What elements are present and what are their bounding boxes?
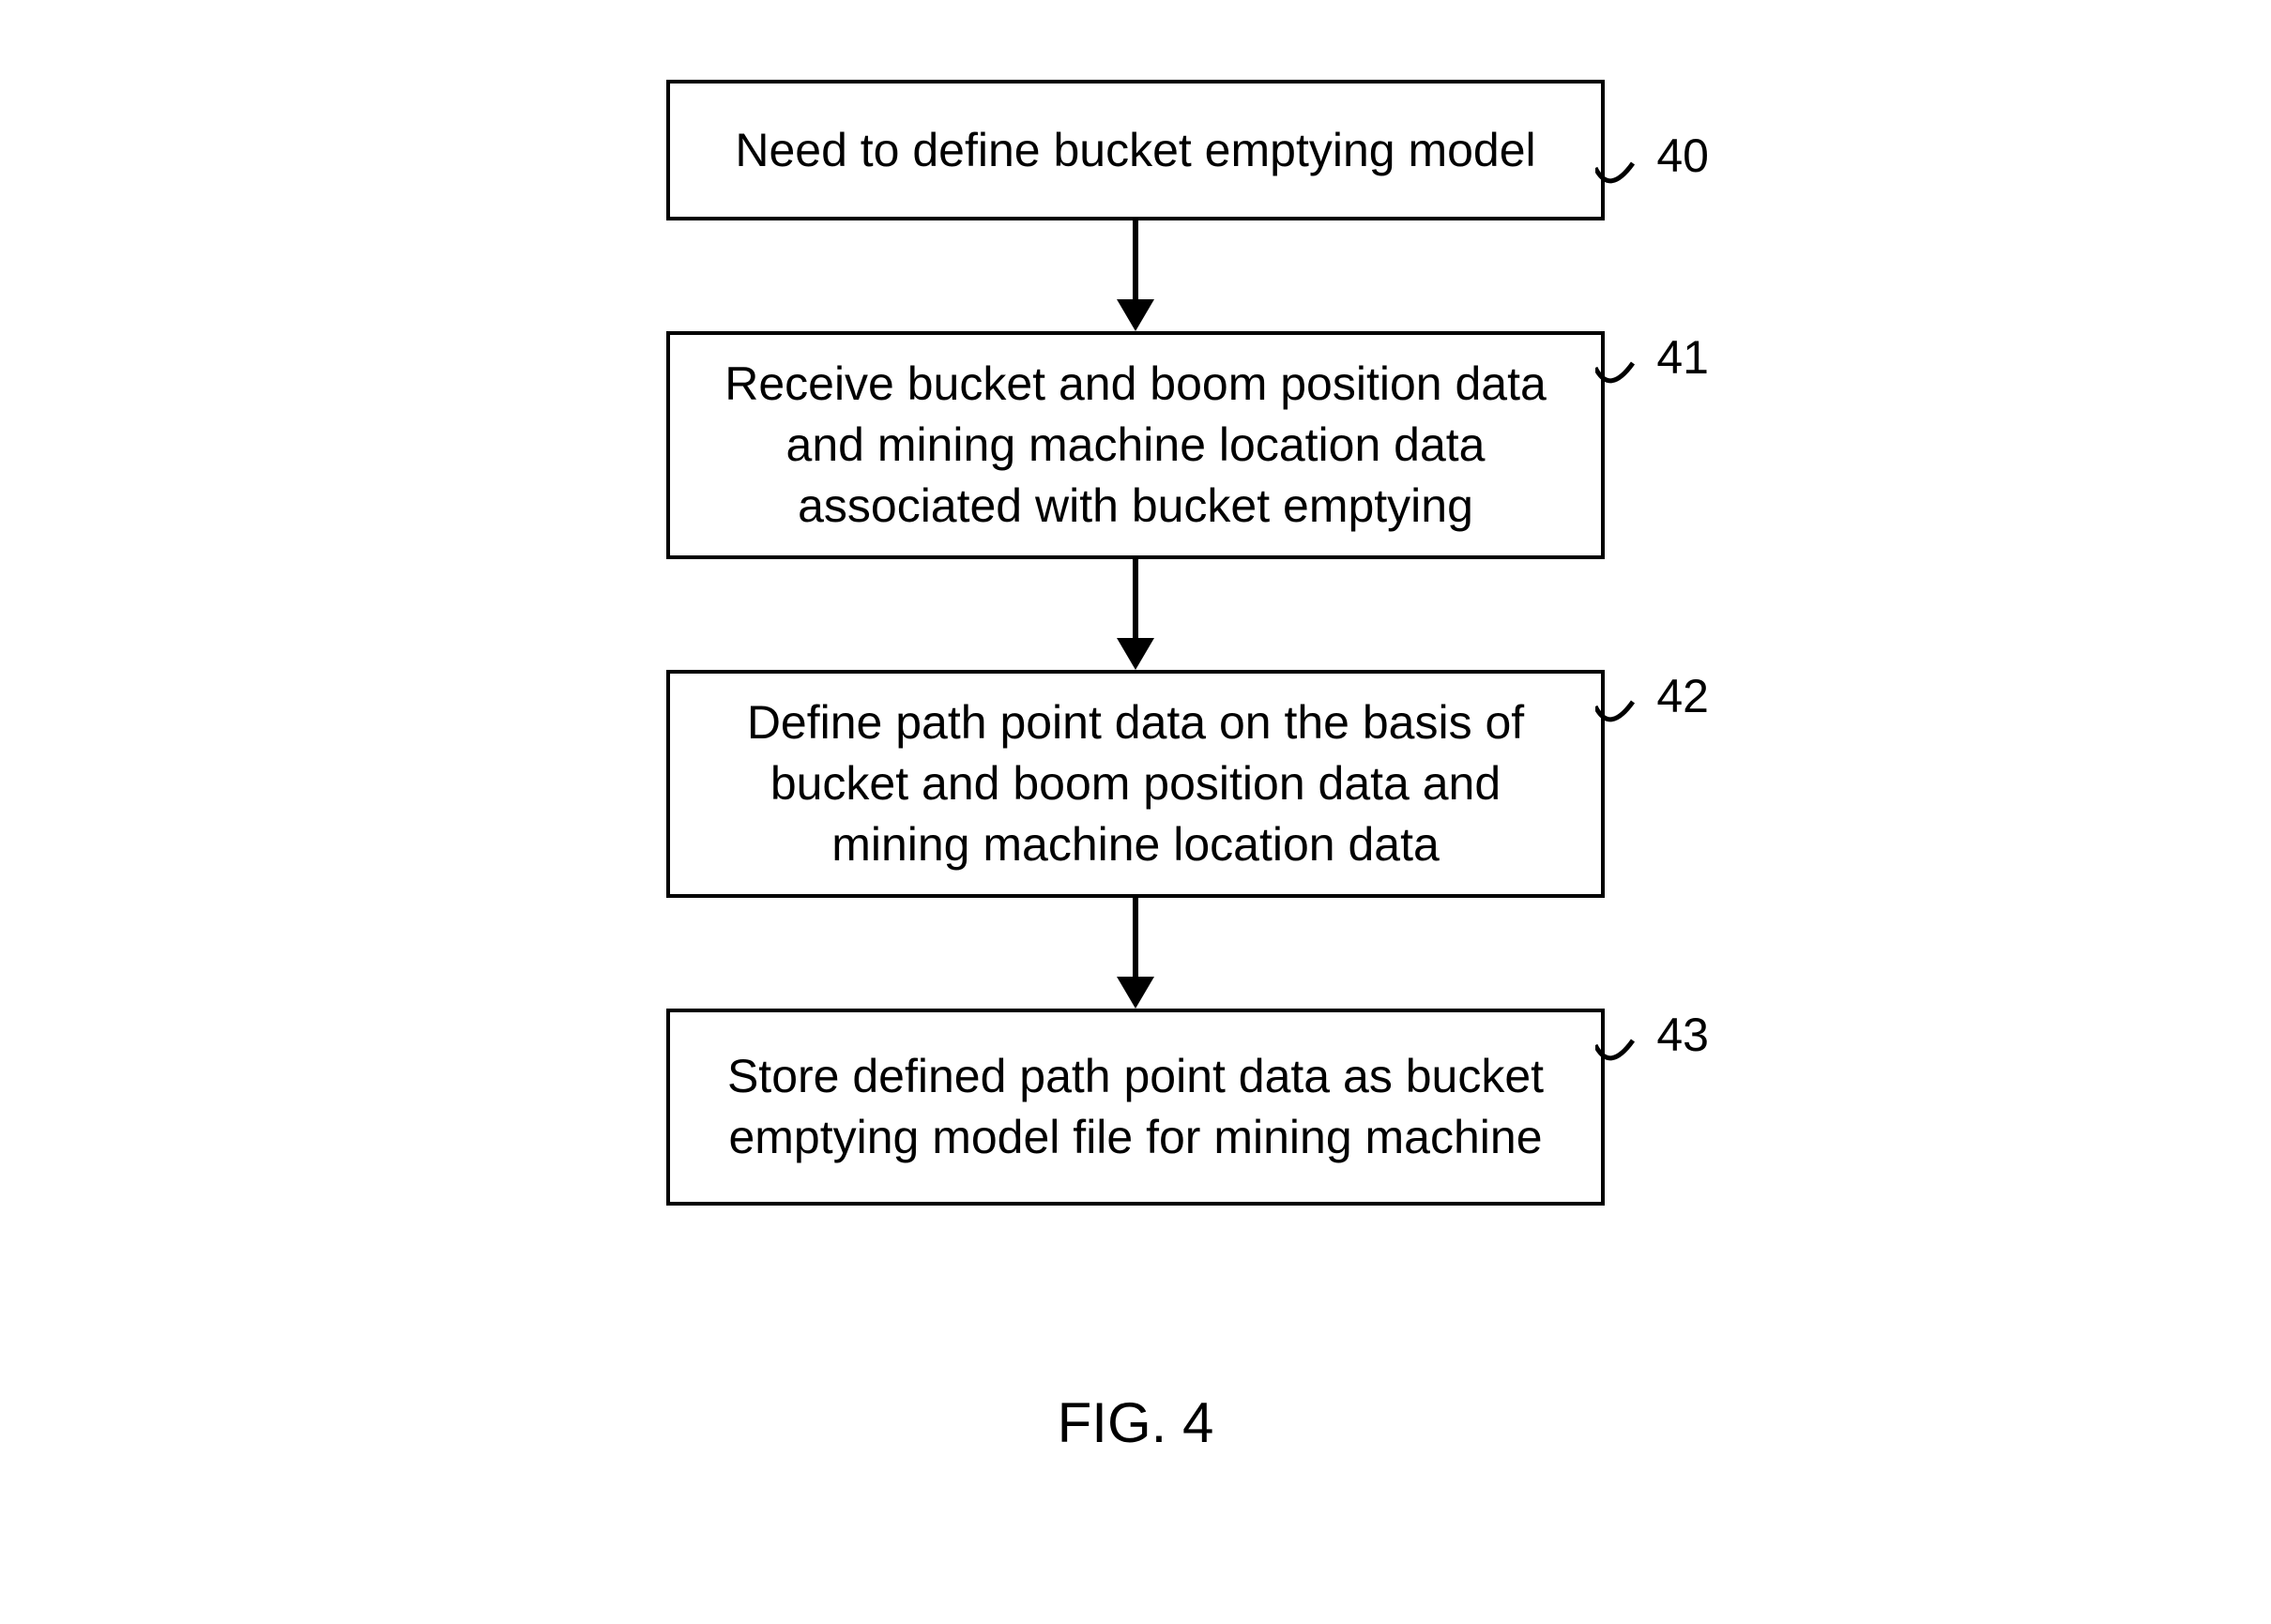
callout-tick <box>1595 697 1642 744</box>
arrow-head-icon <box>1117 299 1154 331</box>
flow-arrow <box>1117 559 1154 670</box>
flow-step-42: Define path point data on the basis of b… <box>666 670 1605 898</box>
flow-step-40: Need to define bucket emptying model 40 <box>666 80 1605 220</box>
flow-step-label: 42 <box>1656 666 1709 727</box>
flow-step-text: Define path point data on the basis of b… <box>708 692 1563 875</box>
arrow-line <box>1133 220 1138 300</box>
flow-step-label: 43 <box>1656 1005 1709 1066</box>
flow-step-41: Receive bucket and boom position data an… <box>666 331 1605 559</box>
arrow-line <box>1133 898 1138 978</box>
flow-arrow <box>1117 898 1154 1009</box>
flowchart: Need to define bucket emptying model 40 … <box>666 80 1605 1206</box>
flow-step-label: 41 <box>1656 327 1709 388</box>
figure-caption: FIG. 4 <box>1058 1390 1214 1455</box>
callout-tick <box>1595 1036 1642 1083</box>
arrow-line <box>1133 559 1138 639</box>
callout-tick <box>1595 358 1642 405</box>
flow-step-text: Need to define bucket emptying model <box>735 120 1535 181</box>
flow-step-43: Store defined path point data as bucket … <box>666 1009 1605 1206</box>
flow-arrow <box>1117 220 1154 331</box>
callout-tick <box>1595 159 1642 205</box>
flow-step-text: Store defined path point data as bucket … <box>708 1046 1563 1168</box>
flow-step-label: 40 <box>1656 126 1709 187</box>
arrow-head-icon <box>1117 638 1154 670</box>
flow-step-text: Receive bucket and boom position data an… <box>708 354 1563 537</box>
arrow-head-icon <box>1117 977 1154 1009</box>
